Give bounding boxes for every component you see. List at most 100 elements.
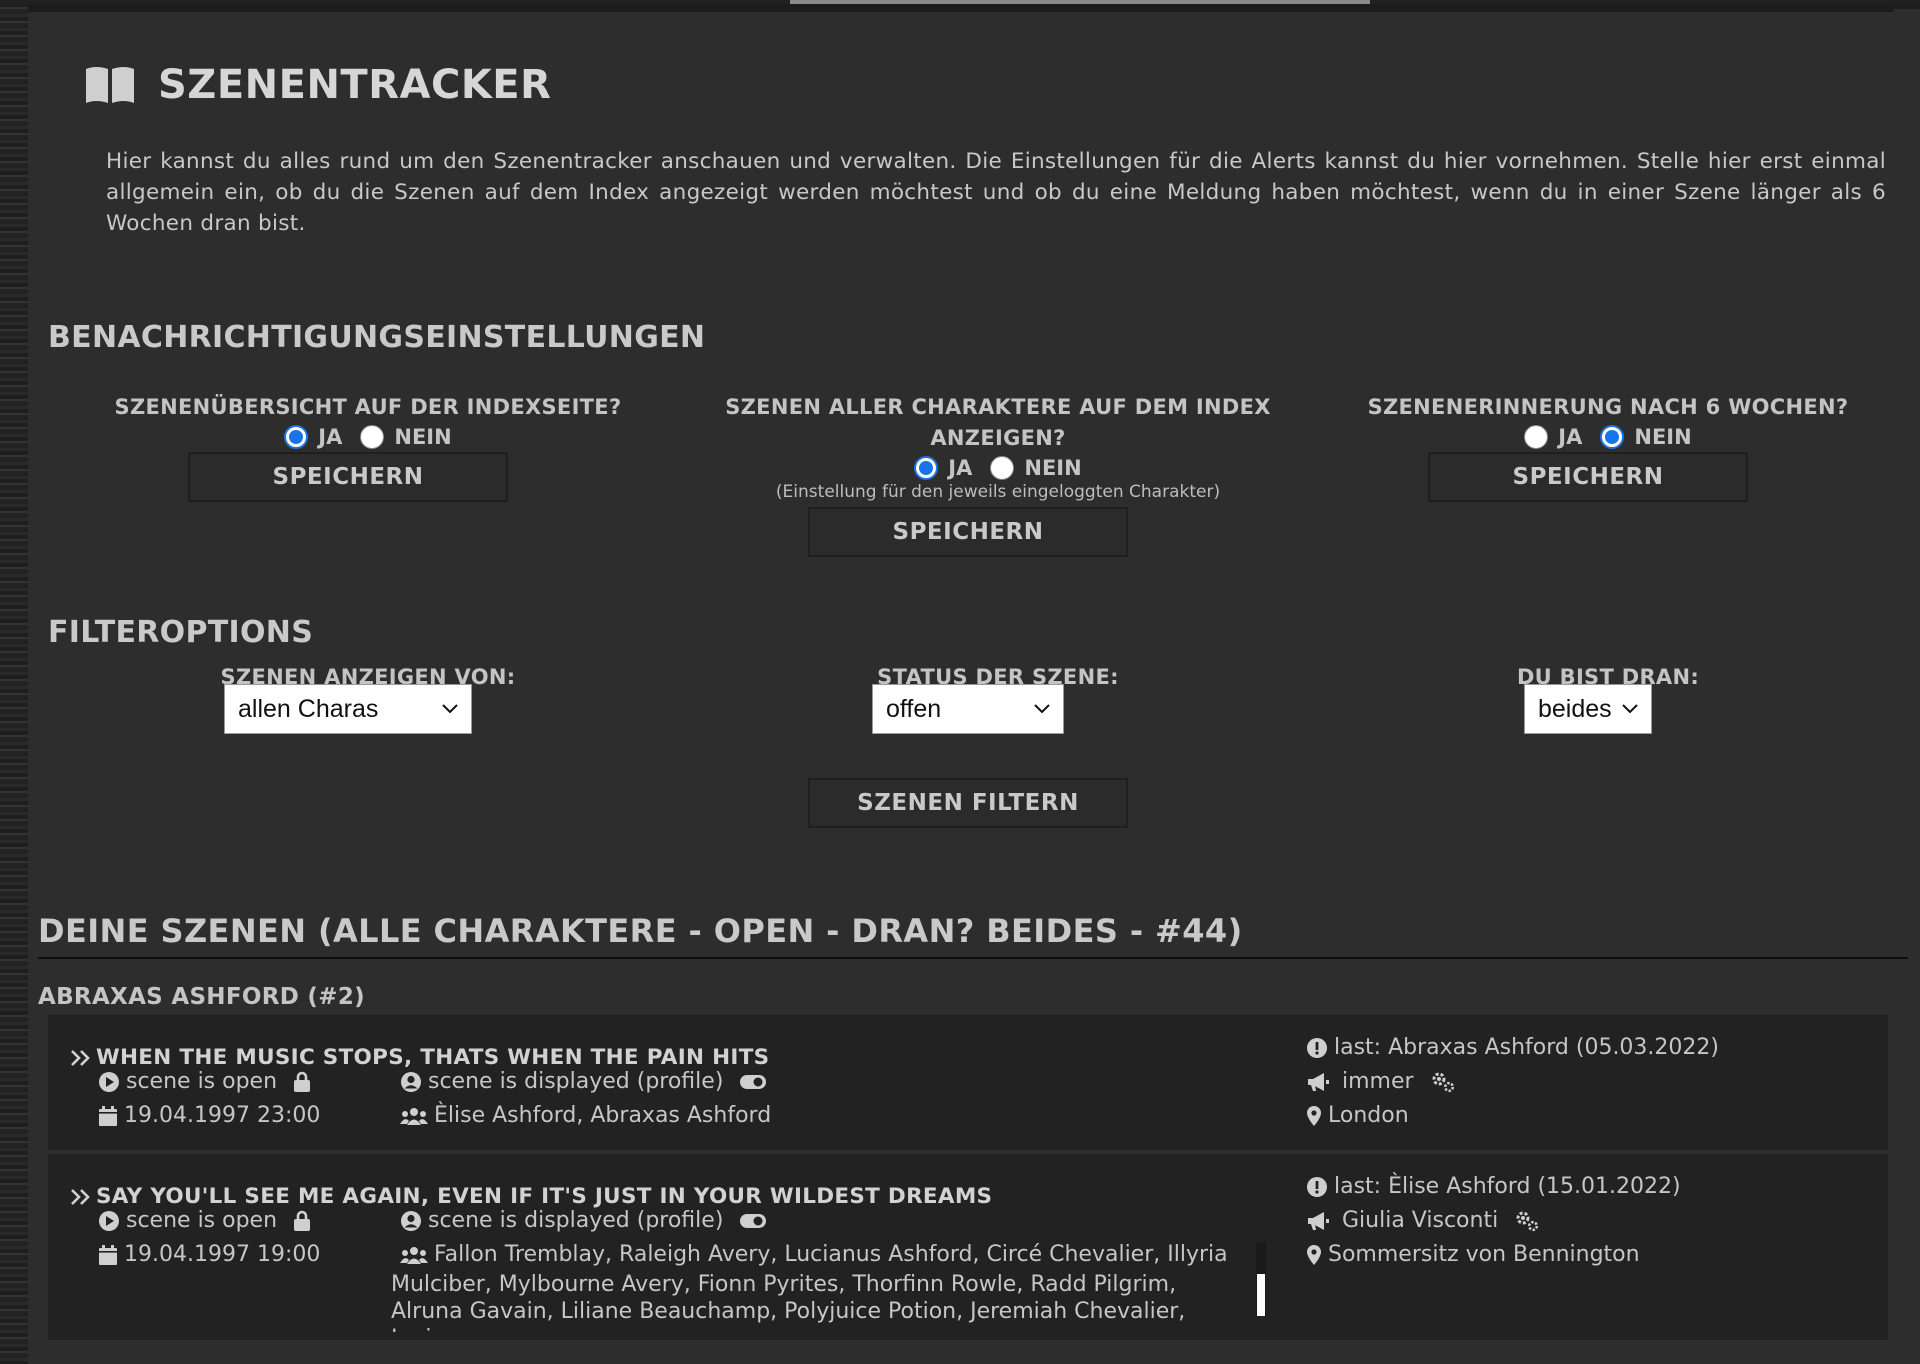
cogs-icon[interactable] — [1514, 1210, 1540, 1232]
chevron-down-icon — [441, 703, 459, 715]
scene-participants-more: Mulciber, Mylbourne Avery, Fionn Pyrites… — [391, 1272, 1186, 1332]
users-icon — [400, 1244, 428, 1266]
scene-display: scene is displayed (profile) — [400, 1069, 767, 1094]
main-panel: SZENENTRACKER Hier kannst du alles rund … — [28, 12, 1920, 1364]
scenes-heading: DEINE SZENEN (ALLE CHARAKTERE - OPEN - D… — [38, 912, 1243, 950]
radio-ja-label: JA — [948, 456, 973, 480]
radio-ja[interactable] — [914, 456, 939, 480]
scene-alert: immer — [1306, 1069, 1456, 1094]
select-value: offen — [886, 694, 942, 723]
setting-index-overview: SZENENÜBERSICHT AUF DER INDEXSEITE? JA N… — [88, 392, 648, 449]
chevron-down-icon — [1621, 703, 1639, 715]
character-heading: ABRAXAS ASHFORD (#2) — [38, 984, 365, 1010]
calendar-icon — [98, 1244, 118, 1266]
filter-show-from-select[interactable]: allen Charas — [224, 684, 472, 734]
chevron-down-icon — [1033, 703, 1051, 715]
save-button[interactable]: SPEICHERN — [188, 452, 508, 502]
scene-participants-first-line: Fallon Tremblay, Raleigh Avery, Lucianus… — [400, 1242, 1266, 1267]
scene-status-text: scene is open — [126, 1069, 278, 1094]
radio-group: JA NEIN — [1328, 425, 1888, 449]
map-marker-icon — [1306, 1244, 1322, 1266]
radio-ja-label: JA — [1558, 425, 1583, 449]
scene-last-post-text: last: Abraxas Ashford (05.03.2022) — [1334, 1035, 1719, 1060]
scene-participants-text: Èlise Ashford, Abraxas Ashford — [434, 1103, 772, 1128]
user-circle-icon — [400, 1210, 422, 1232]
chevrons-right-icon — [70, 1049, 92, 1067]
scene-location-text: London — [1328, 1103, 1409, 1128]
scene-status-text: scene is open — [126, 1208, 278, 1233]
setting-reminder: SZENENERINNERUNG NACH 6 WOCHEN? JA NEIN — [1328, 392, 1888, 449]
participants-scrollbar[interactable] — [1256, 1242, 1266, 1316]
scene-location-text: Sommersitz von Bennington — [1328, 1242, 1640, 1267]
setting-title-line1: SZENEN ALLER CHARAKTERE AUF DEM INDEX — [725, 395, 1271, 419]
setting-all-characters: SZENEN ALLER CHARAKTERE AUF DEM INDEX AN… — [668, 392, 1328, 502]
toggle-icon[interactable] — [739, 1212, 767, 1230]
scene-participants[interactable]: Fallon Tremblay, Raleigh Avery, Lucianus… — [391, 1242, 1266, 1332]
setting-title-line2: ANZEIGEN? — [930, 426, 1066, 450]
scene-participants-text: Fallon Tremblay, Raleigh Avery, Lucianus… — [434, 1242, 1228, 1267]
scene-status: scene is open — [98, 1208, 311, 1233]
radio-nein-label: NEIN — [1634, 425, 1692, 449]
filter-scenes-button[interactable]: SZENEN FILTERN — [808, 778, 1128, 828]
filter-status-select[interactable]: offen — [872, 684, 1064, 734]
scene-date-text: 19.04.1997 19:00 — [124, 1242, 321, 1267]
setting-title: SZENENÜBERSICHT AUF DER INDEXSEITE? — [114, 395, 622, 419]
scene-last-post-text: last: Èlise Ashford (15.01.2022) — [1334, 1174, 1681, 1199]
scene-alert-text: immer — [1342, 1069, 1414, 1094]
radio-group: JA NEIN — [88, 425, 648, 449]
scene-display: scene is displayed (profile) — [400, 1208, 767, 1233]
megaphone-icon — [1306, 1071, 1330, 1093]
scene-display-text: scene is displayed (profile) — [428, 1208, 724, 1233]
exclamation-circle-icon — [1306, 1176, 1328, 1198]
radio-ja[interactable] — [1524, 425, 1549, 449]
map-marker-icon — [1306, 1105, 1322, 1127]
users-icon — [400, 1105, 428, 1127]
intro-text: Hier kannst du alles rund um den Szenent… — [106, 149, 1886, 236]
play-circle-icon — [98, 1071, 120, 1093]
radio-ja-label: JA — [318, 425, 343, 449]
filter-heading: FILTEROPTIONS — [48, 615, 314, 650]
scene-last-post: last: Èlise Ashford (15.01.2022) — [1306, 1174, 1681, 1199]
scene-title[interactable]: WHEN THE MUSIC STOPS, THATS WHEN THE PAI… — [70, 1045, 769, 1070]
filter-turn-select[interactable]: beides — [1524, 684, 1652, 734]
scene-date: 19.04.1997 19:00 — [98, 1242, 320, 1267]
scene-alert: Giulia Visconti — [1306, 1208, 1540, 1233]
select-value: beides — [1538, 694, 1612, 723]
scene-date: 19.04.1997 23:00 — [98, 1103, 320, 1128]
setting-hint: (Einstellung für den jeweils eingeloggte… — [775, 482, 1221, 502]
scrollbar-thumb[interactable] — [1257, 1274, 1265, 1316]
scene-date-text: 19.04.1997 23:00 — [124, 1103, 321, 1128]
divider — [38, 957, 1908, 959]
chevrons-right-icon — [70, 1188, 92, 1206]
scene-card: SAY YOU'LL SEE ME AGAIN, EVEN IF IT'S JU… — [48, 1154, 1888, 1340]
scene-location: London — [1306, 1103, 1409, 1128]
user-circle-icon — [400, 1071, 422, 1093]
radio-nein[interactable] — [360, 425, 385, 449]
lock-icon[interactable] — [293, 1071, 311, 1093]
radio-nein-label: NEIN — [1024, 456, 1082, 480]
lock-icon[interactable] — [293, 1210, 311, 1232]
radio-nein[interactable] — [990, 456, 1015, 480]
notifications-heading: BENACHRICHTIGUNGSEINSTELLUNGEN — [48, 320, 706, 355]
scene-participants: Èlise Ashford, Abraxas Ashford — [400, 1103, 771, 1128]
radio-nein[interactable] — [1600, 425, 1625, 449]
cogs-icon[interactable] — [1430, 1071, 1456, 1093]
play-circle-icon — [98, 1210, 120, 1232]
page-header: SZENENTRACKER — [84, 60, 551, 110]
calendar-icon — [98, 1105, 118, 1127]
scene-title-text: SAY YOU'LL SEE ME AGAIN, EVEN IF IT'S JU… — [96, 1184, 993, 1209]
radio-nein-label: NEIN — [394, 425, 452, 449]
radio-ja[interactable] — [284, 425, 309, 449]
scene-location: Sommersitz von Bennington — [1306, 1242, 1640, 1267]
select-value: allen Charas — [238, 694, 379, 723]
top-strip — [0, 0, 1920, 4]
scene-title-text: WHEN THE MUSIC STOPS, THATS WHEN THE PAI… — [96, 1045, 770, 1070]
megaphone-icon — [1306, 1210, 1330, 1232]
page-title: SZENENTRACKER — [158, 62, 552, 108]
exclamation-circle-icon — [1306, 1037, 1328, 1059]
scene-title[interactable]: SAY YOU'LL SEE ME AGAIN, EVEN IF IT'S JU… — [70, 1184, 992, 1209]
save-button[interactable]: SPEICHERN — [1428, 452, 1748, 502]
save-button[interactable]: SPEICHERN — [808, 507, 1128, 557]
toggle-icon[interactable] — [739, 1073, 767, 1091]
setting-title: SZENENERINNERUNG NACH 6 WOCHEN? — [1367, 395, 1849, 419]
